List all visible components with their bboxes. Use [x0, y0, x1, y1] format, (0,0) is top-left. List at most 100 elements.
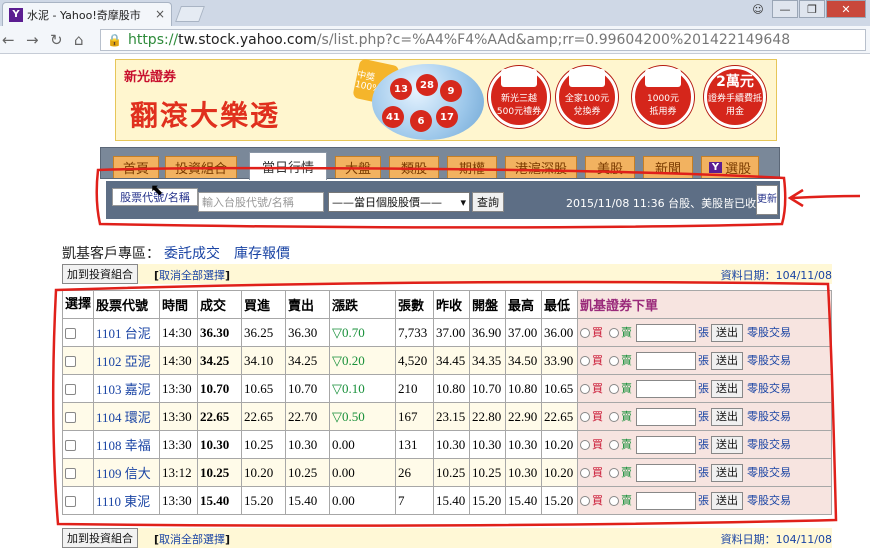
row-checkbox[interactable] — [65, 412, 76, 424]
odd-lot-link[interactable]: 零股交易 — [747, 382, 791, 395]
buy-label: 買 — [592, 353, 604, 367]
send-order-button[interactable]: 送出 — [711, 491, 744, 510]
odd-lot-link[interactable]: 零股交易 — [747, 410, 791, 423]
tab-home[interactable]: 首頁 — [113, 156, 159, 178]
quantity-input[interactable] — [636, 379, 697, 398]
cell-code[interactable]: 1110 東泥 — [93, 486, 161, 515]
sell-radio[interactable] — [609, 467, 620, 478]
send-order-button[interactable]: 送出 — [711, 323, 744, 342]
odd-lot-link[interactable]: 零股交易 — [747, 494, 791, 507]
odd-lot-link[interactable]: 零股交易 — [747, 326, 791, 339]
quantity-input[interactable] — [636, 491, 697, 510]
sell-radio[interactable] — [609, 495, 620, 506]
cell-change: 0.00 — [329, 430, 397, 459]
quantity-input[interactable] — [636, 463, 697, 482]
promo-banner[interactable]: 新光證券 翻滾大樂透 中獎100% 13 28 9 41 6 17 新光三越 50… — [115, 58, 777, 141]
buy-radio[interactable] — [580, 355, 591, 366]
tab-sectors[interactable]: 類股 — [389, 156, 439, 178]
row-checkbox[interactable] — [65, 356, 76, 368]
cell-select[interactable] — [61, 374, 95, 403]
odd-lot-link[interactable]: 零股交易 — [747, 354, 791, 367]
tab-hk-china[interactable]: 港滬深股 — [505, 156, 577, 178]
send-order-button[interactable]: 送出 — [711, 379, 744, 398]
add-portfolio-button[interactable]: 加到投資組合 — [62, 528, 138, 548]
buy-radio[interactable] — [580, 383, 591, 394]
odd-lot-link[interactable]: 零股交易 — [747, 438, 791, 451]
cell-code[interactable]: 1108 幸福 — [93, 430, 161, 459]
tab-market[interactable]: 大盤 — [335, 156, 381, 178]
quantity-input[interactable] — [636, 407, 697, 426]
row-checkbox[interactable] — [65, 440, 76, 452]
query-button[interactable]: 查詢 — [472, 192, 504, 212]
col-price: 成交 — [197, 290, 243, 319]
cell-change: ▽0.70 — [329, 318, 397, 347]
send-order-button[interactable]: 送出 — [711, 351, 744, 370]
user-icon[interactable]: ☺ — [745, 0, 771, 18]
buy-radio[interactable] — [580, 327, 591, 338]
tab-portfolio[interactable]: 投資組合 — [165, 156, 237, 178]
close-window-button[interactable]: ✕ — [826, 0, 866, 18]
home-icon[interactable]: ⌂ — [74, 31, 84, 49]
row-checkbox[interactable] — [65, 328, 76, 340]
cell-select[interactable] — [61, 346, 95, 375]
reload-icon[interactable]: ↻ — [50, 31, 63, 49]
quote-type-select[interactable]: ——當日個股股價—— ▾ — [328, 192, 470, 212]
inventory-quote-link[interactable]: 庫存報價 — [234, 246, 290, 262]
row-checkbox[interactable] — [65, 496, 76, 508]
cell-code[interactable]: 1109 信大 — [93, 458, 161, 487]
buy-radio[interactable] — [580, 439, 591, 450]
sell-radio[interactable] — [609, 411, 620, 422]
cell-select[interactable] — [61, 458, 95, 487]
clear-selection-link[interactable]: [取消全部選擇] — [154, 531, 230, 547]
add-portfolio-button[interactable]: 加到投資組合 — [62, 264, 138, 284]
address-bar[interactable]: 🔒 https://tw.stock.yahoo.com/s/list.php?… — [100, 29, 866, 51]
cell-select[interactable] — [61, 318, 95, 347]
cell-code[interactable]: 1102 亞泥 — [93, 346, 161, 375]
clear-selection-link[interactable]: [取消全部選擇] — [154, 267, 230, 283]
sell-radio[interactable] — [609, 383, 620, 394]
tab-daily-quotes[interactable]: 當日行情 — [249, 152, 327, 180]
quantity-input[interactable] — [636, 351, 697, 370]
sell-radio[interactable] — [609, 439, 620, 450]
sell-label: 賣 — [621, 437, 633, 451]
stock-search-input[interactable]: 輸入台股代號/名稱 — [198, 192, 324, 212]
odd-lot-link[interactable]: 零股交易 — [747, 466, 791, 479]
cell-select[interactable] — [61, 486, 95, 515]
cell-volume: 7 — [395, 486, 435, 515]
buy-radio[interactable] — [580, 411, 591, 422]
send-order-button[interactable]: 送出 — [711, 435, 744, 454]
cell-code[interactable]: 1104 環泥 — [93, 402, 161, 431]
back-icon[interactable]: ← — [2, 31, 15, 49]
table-row: 1108 幸福 13:30 10.30 10.25 10.30 0.00 131 10.30 1… — [61, 430, 832, 459]
send-order-button[interactable]: 送出 — [711, 463, 744, 482]
unit-label: 張 — [698, 409, 710, 423]
buy-radio[interactable] — [580, 495, 591, 506]
tab-screener[interactable]: Y 選股 — [701, 156, 759, 178]
row-checkbox[interactable] — [65, 384, 76, 396]
prize-badge: 新光三越 500元禮券 — [488, 66, 550, 128]
cell-select[interactable] — [61, 402, 95, 431]
cell-select[interactable] — [61, 430, 95, 459]
quantity-input[interactable] — [636, 323, 697, 342]
refresh-button[interactable]: 更新 — [756, 185, 778, 215]
maximize-button[interactable]: ❐ — [799, 0, 825, 18]
buy-radio[interactable] — [580, 467, 591, 478]
send-order-button[interactable]: 送出 — [711, 407, 744, 426]
tab-news[interactable]: 新聞 — [643, 156, 693, 178]
quantity-input[interactable] — [636, 435, 697, 454]
tab-close-icon[interactable]: × — [155, 7, 165, 21]
sell-radio[interactable] — [609, 355, 620, 366]
minimize-button[interactable]: — — [772, 0, 798, 18]
tab-futures-options[interactable]: 期權 — [447, 156, 497, 178]
row-checkbox[interactable] — [65, 468, 76, 480]
cell-code[interactable]: 1101 台泥 — [93, 318, 161, 347]
sell-radio[interactable] — [609, 327, 620, 338]
tab-us-stocks[interactable]: 美股 — [585, 156, 635, 178]
col-bid: 買進 — [241, 290, 287, 319]
new-tab-button[interactable] — [175, 6, 205, 22]
forward-icon[interactable]: → — [26, 31, 39, 49]
cell-prev-close: 15.40 — [433, 486, 471, 515]
browser-tab[interactable]: Y 水泥 - Yahoo!奇摩股市 × — [2, 2, 172, 26]
cell-code[interactable]: 1103 嘉泥 — [93, 374, 161, 403]
order-fill-link[interactable]: 委託成交 — [164, 246, 220, 262]
